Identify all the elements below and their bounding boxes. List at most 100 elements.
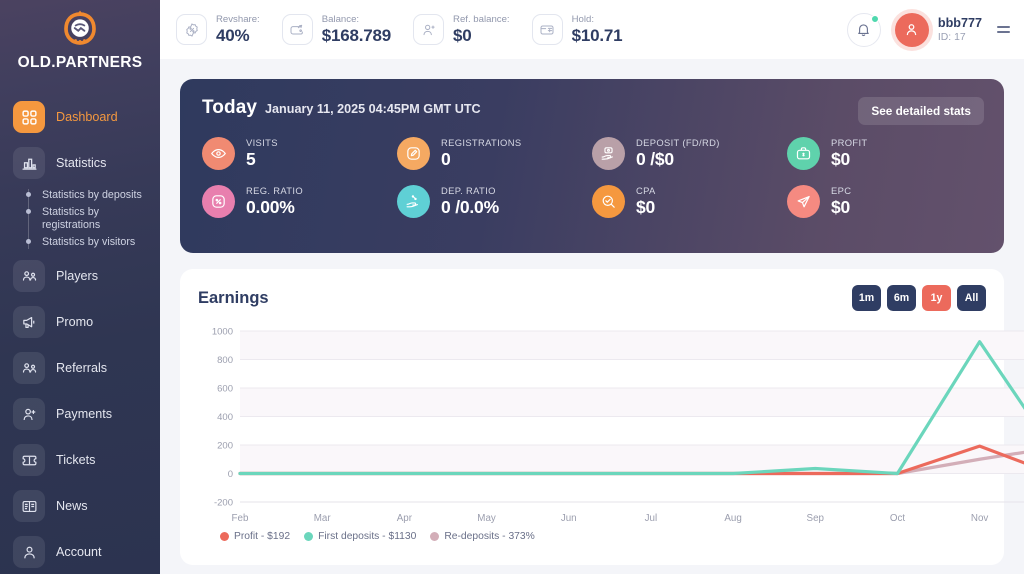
metric-value: 0 /$0 [636, 149, 674, 169]
percent-badge-icon [176, 14, 207, 45]
range-6m[interactable]: 6m [887, 285, 916, 311]
check-search-icon [592, 185, 625, 218]
legend-item-profit: Profit - $192 [220, 531, 290, 542]
metric-label: PROFIT [831, 137, 868, 148]
user-id: ID: 17 [937, 31, 966, 43]
metric-profit: PROFIT $0 [787, 137, 982, 170]
statistics-submenu: Statistics by deposits Statistics by reg… [0, 187, 160, 251]
legend-label: First deposits - $1130 [318, 531, 417, 542]
svg-text:1000: 1000 [212, 327, 233, 338]
metric-dep-ratio: DEP. RATIO 0 /0.0% [397, 185, 592, 218]
legend-color-swatch [220, 532, 229, 541]
svg-text:Apr: Apr [397, 513, 413, 524]
metric-value: 0 [441, 149, 451, 169]
svg-text:Feb: Feb [232, 513, 249, 524]
user-menu[interactable]: bbb777 ID: 17 [894, 12, 1010, 47]
metric-cpa: CPA $0 [592, 185, 787, 218]
metric-value: 0 /0.0% [441, 197, 499, 217]
sidebar-item-label: Statistics [56, 156, 107, 170]
svg-text:Mar: Mar [314, 513, 332, 524]
sidebar-item-statistics[interactable]: Statistics [0, 140, 160, 186]
edit-square-icon [397, 137, 430, 170]
percent-hand-icon [397, 185, 430, 218]
range-all[interactable]: All [957, 285, 986, 311]
metric-visits: VISITS 5 [202, 137, 397, 170]
today-date: January 11, 2025 04:45PM GMT UTC [265, 102, 481, 116]
kpi-ref-balance: Ref. balance: $0 [413, 14, 532, 46]
sidebar-item-label: Dashboard [56, 110, 118, 124]
megaphone-icon [13, 306, 45, 338]
svg-text:400: 400 [217, 412, 233, 423]
eye-icon [202, 137, 235, 170]
user-plus-icon [413, 14, 445, 45]
sidebar-item-label: Promo [56, 315, 94, 329]
kpi-label: Balance: [321, 13, 360, 25]
news-book-icon [13, 490, 45, 522]
earnings-header: Earnings 1m 6m 1y All [198, 285, 986, 311]
legend-color-swatch [430, 532, 440, 541]
sidebar-subitem-statistics-by-registrations[interactable]: Statistics by registrations [25, 204, 160, 234]
sidebar-nav: Dashboard Statistics Statistics by depos… [0, 94, 160, 574]
sidebar-subitem-statistics-by-deposits[interactable]: Statistics by deposits [25, 187, 160, 204]
metric-label: CPA [636, 185, 656, 196]
metric-label: EPC [831, 185, 852, 196]
metric-value: $0 [831, 197, 851, 217]
svg-text:800: 800 [217, 355, 233, 366]
sidebar-item-referrals[interactable]: Referrals [0, 345, 160, 391]
earnings-panel: Earnings 1m 6m 1y All 1000 800 600 400 200 0 -… [180, 269, 1024, 565]
sidebar-item-tickets[interactable]: Tickets [0, 437, 160, 483]
sidebar-item-news[interactable]: News [0, 483, 160, 529]
legend-item-first-deposits: First deposits - $1130 [304, 531, 416, 542]
sidebar-subitem-statistics-by-visitors[interactable]: Statistics by visitors [25, 234, 160, 251]
kpi-value: $0 [453, 25, 472, 45]
sidebar-item-dashboard[interactable]: Dashboard [0, 94, 160, 140]
legend-label: Re-deposits - 373% [444, 531, 535, 542]
metric-label: DEP. RATIO [441, 185, 496, 196]
user-avatar-icon [907, 24, 917, 36]
svg-text:Jul: Jul [645, 513, 658, 524]
svg-text:Sep: Sep [807, 513, 825, 524]
sidebar-item-label: Account [56, 545, 102, 559]
range-1y[interactable]: 1y [922, 285, 951, 311]
main-content: Revshare: 40% Balance: $168.789 Ref. bal… [160, 0, 1024, 574]
briefcase-icon [787, 137, 820, 170]
sidebar-item-promo[interactable]: Promo [0, 299, 160, 345]
earnings-title: Earnings [198, 288, 269, 307]
svg-text:600: 600 [217, 384, 233, 395]
today-metrics: VISITS 5 REGISTRATIONS 0 DEPOSIT (FD/RD)… [202, 137, 982, 218]
sidebar: OLD.PARTNERS Dashboard Statistics Statis… [0, 0, 160, 574]
see-detailed-stats-button[interactable]: See detailed stats [858, 97, 984, 125]
brand[interactable]: OLD.PARTNERS [0, 0, 160, 72]
metric-value: $0 [636, 197, 656, 217]
svg-text:-200: -200 [214, 498, 233, 509]
range-1m[interactable]: 1m [852, 285, 881, 311]
metric-label: DEPOSIT (FD/RD) [636, 137, 720, 148]
metric-label: REGISTRATIONS [441, 137, 522, 148]
notification-badge [870, 14, 879, 23]
chart-canvas: 1000 800 600 400 200 0 -200 Feb Mar Apr May Jun Jul A… [212, 327, 1024, 524]
earnings-chart: 1000 800 600 400 200 0 -200 Feb Mar Apr May Jun Jul A… [198, 325, 1024, 530]
sidebar-item-account[interactable]: Account [0, 529, 160, 574]
user-plus-icon [13, 398, 45, 430]
svg-text:200: 200 [217, 441, 233, 452]
avatar [894, 12, 929, 47]
card-hold-icon [531, 14, 563, 45]
sidebar-item-players[interactable]: Players [0, 253, 160, 299]
referrals-group-icon [13, 352, 45, 384]
metric-epc: EPC $0 [787, 185, 982, 218]
sidebar-item-payments[interactable]: Payments [0, 391, 160, 437]
horseshoe-handshake-logo-icon [64, 10, 96, 45]
sidebar-item-label: Tickets [56, 453, 96, 467]
svg-text:Jun: Jun [561, 513, 577, 524]
chart-legend: Profit - $192 First deposits - $1130 Re-… [198, 531, 986, 542]
svg-text:Nov: Nov [971, 513, 989, 524]
percent-box-icon [202, 185, 235, 218]
ticket-icon [13, 444, 45, 476]
sidebar-item-label: Referrals [56, 361, 108, 375]
players-group-icon [13, 260, 45, 292]
menu-burger-icon[interactable] [997, 26, 1010, 33]
notifications-button[interactable] [846, 12, 881, 47]
svg-text:Aug: Aug [724, 513, 741, 524]
dashboard-grid-icon [13, 101, 45, 133]
metric-label: REG. RATIO [246, 185, 303, 196]
